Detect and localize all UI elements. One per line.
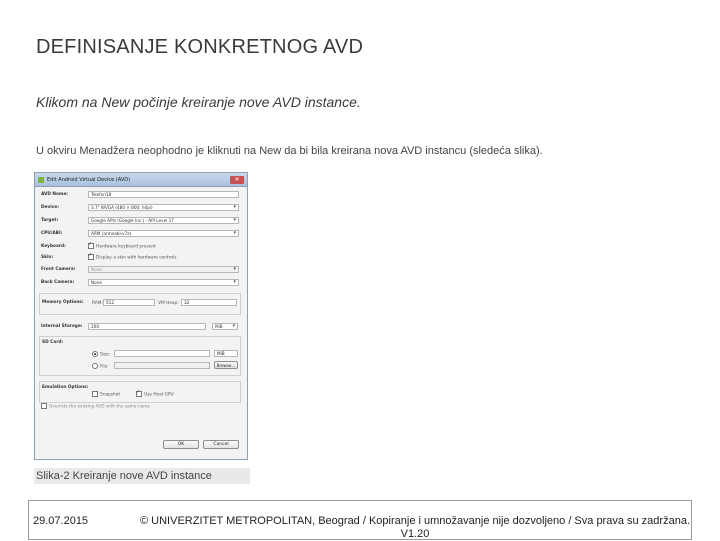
front-camera-select[interactable]: None bbox=[88, 266, 239, 273]
cpu-row: CPU/ABI: ARM (armeabi-v7a) bbox=[41, 229, 239, 238]
slide-title: DEFINISANJE KONKRETNOG AVD bbox=[36, 36, 364, 58]
sd-card-group: SD Card: Size: MiB File: Browse... bbox=[39, 336, 241, 376]
vm-heap-input[interactable]: 32 bbox=[181, 299, 237, 306]
sd-file-label: File: bbox=[100, 364, 109, 370]
override-row: Override the existing AVD with the same … bbox=[41, 402, 239, 411]
internal-storage-input[interactable]: 200 bbox=[88, 323, 206, 330]
sd-size-radio[interactable] bbox=[92, 351, 98, 357]
cpu-select[interactable]: ARM (armeabi-v7a) bbox=[88, 230, 239, 237]
footer-copyright: © UNIVERZITET METROPOLITAN, Beograd / Ko… bbox=[140, 515, 690, 540]
cancel-button[interactable]: Cancel bbox=[203, 440, 239, 449]
sd-size-label: Size: bbox=[100, 352, 111, 358]
dialog-title: Edit Android Virtual Device (AVD) bbox=[47, 176, 131, 183]
keyboard-label: Keyboard: bbox=[41, 244, 66, 249]
memory-options-group: Memory Options: RAM: 512 VM Heap: 32 bbox=[39, 293, 241, 315]
avd-name-input[interactable]: Telefon18 bbox=[88, 191, 239, 198]
target-select[interactable]: Google APIs (Google Inc.) - API Level 17 bbox=[88, 217, 239, 224]
ok-button[interactable]: OK bbox=[163, 440, 199, 449]
emulation-options-label: Emulation Options: bbox=[42, 385, 89, 390]
slide-subtitle: Klikom na New počinje kreiranje nove AVD… bbox=[36, 94, 361, 110]
skin-row: Skin: Display a skin with hardware contr… bbox=[41, 252, 239, 262]
close-icon[interactable]: ✕ bbox=[230, 175, 244, 184]
keyboard-checkbox-label: Hardware keyboard present bbox=[96, 244, 156, 250]
internal-storage-row: Internal Storage: 200 MiB bbox=[41, 322, 239, 331]
snapshot-label: Snapshot bbox=[100, 392, 121, 398]
avd-name-label: AVD Name: bbox=[41, 192, 69, 197]
override-label: Override the existing AVD with the same … bbox=[49, 404, 151, 410]
keyboard-checkbox[interactable] bbox=[88, 241, 94, 250]
keyboard-checkbox-wrap[interactable]: Hardware keyboard present bbox=[88, 241, 156, 250]
snapshot-checkbox[interactable] bbox=[92, 391, 98, 397]
footer: 29.07.2015 © UNIVERZITET METROPOLITAN, B… bbox=[28, 500, 692, 540]
skin-label: Skin: bbox=[41, 255, 54, 260]
snapshot-checkbox-wrap[interactable]: Snapshot bbox=[92, 391, 120, 398]
sd-card-label: SD Card: bbox=[42, 340, 64, 345]
host-gpu-label: Use Host GPU bbox=[144, 392, 174, 398]
ram-input[interactable]: 512 bbox=[103, 299, 155, 306]
back-camera-select[interactable]: None bbox=[88, 279, 239, 286]
sd-file-radio[interactable] bbox=[92, 363, 98, 369]
internal-storage-label: Internal Storage: bbox=[41, 324, 83, 329]
target-label: Target: bbox=[41, 218, 59, 223]
sd-size-unit-select[interactable]: MiB bbox=[214, 350, 238, 357]
device-row: Device: 3.7" WVGA (480 × 800: hdpi) bbox=[41, 203, 239, 212]
avd-dialog-screenshot: Edit Android Virtual Device (AVD) ✕ AVD … bbox=[34, 172, 248, 460]
footer-date: 29.07.2015 bbox=[33, 515, 89, 527]
vm-heap-label: VM Heap: bbox=[158, 301, 179, 306]
back-camera-label: Back Camera: bbox=[41, 280, 75, 285]
host-gpu-checkbox[interactable] bbox=[136, 389, 142, 397]
cpu-label: CPU/ABI: bbox=[41, 231, 63, 236]
ram-label: RAM: bbox=[92, 301, 103, 306]
dialog-titlebar: Edit Android Virtual Device (AVD) ✕ bbox=[35, 173, 247, 187]
device-label: Device: bbox=[41, 205, 59, 210]
memory-options-label: Memory Options: bbox=[42, 300, 84, 305]
emulation-options-group: Emulation Options: Snapshot Use Host GPU bbox=[39, 381, 241, 403]
internal-storage-unit-select[interactable]: MiB bbox=[212, 323, 238, 330]
figure-caption: Slika-2 Kreiranje nove AVD instance bbox=[34, 468, 250, 484]
skin-checkbox-label: Display a skin with hardware controls bbox=[96, 255, 177, 261]
back-camera-row: Back Camera: None bbox=[41, 278, 239, 287]
sd-size-input[interactable] bbox=[114, 350, 210, 357]
sd-size-radio-wrap[interactable]: Size: bbox=[92, 351, 110, 358]
override-checkbox[interactable] bbox=[41, 403, 47, 410]
avd-name-row: AVD Name: Telefon18 bbox=[41, 190, 239, 199]
skin-checkbox-wrap[interactable]: Display a skin with hardware controls bbox=[88, 252, 177, 261]
android-icon bbox=[38, 176, 44, 183]
sd-file-radio-wrap[interactable]: File: bbox=[92, 363, 109, 370]
body-paragraph: U okviru Menadžera neophodno je kliknuti… bbox=[36, 145, 543, 157]
device-select[interactable]: 3.7" WVGA (480 × 800: hdpi) bbox=[88, 204, 239, 211]
front-camera-row: Front Camera: None bbox=[41, 265, 239, 274]
target-row: Target: Google APIs (Google Inc.) - API … bbox=[41, 216, 239, 225]
skin-checkbox[interactable] bbox=[88, 252, 94, 261]
sd-file-input[interactable] bbox=[114, 362, 210, 369]
keyboard-row: Keyboard: Hardware keyboard present bbox=[41, 241, 239, 251]
override-checkbox-wrap[interactable]: Override the existing AVD with the same … bbox=[41, 403, 150, 410]
host-gpu-checkbox-wrap[interactable]: Use Host GPU bbox=[136, 389, 174, 398]
browse-button[interactable]: Browse... bbox=[214, 361, 238, 369]
front-camera-label: Front Camera: bbox=[41, 267, 76, 272]
